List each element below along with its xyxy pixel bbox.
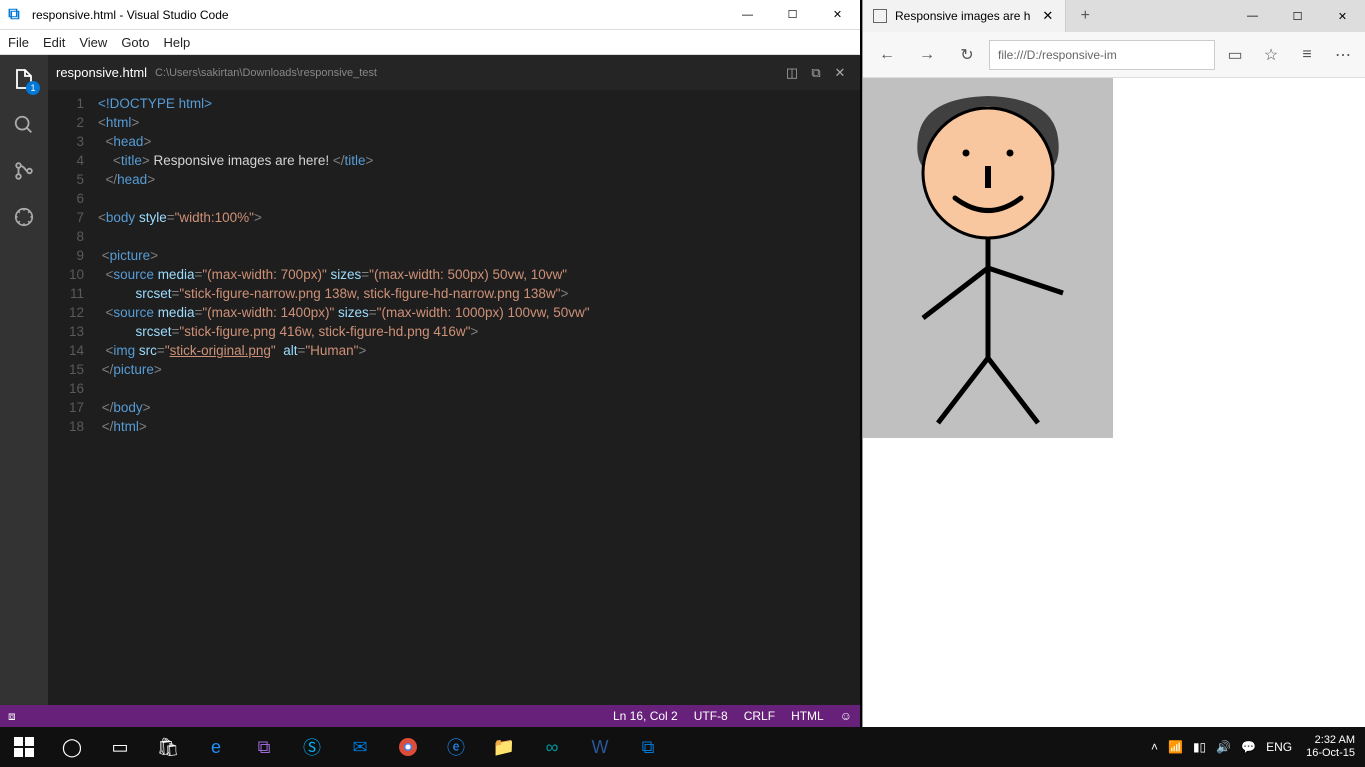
system-tray[interactable]: ˄ 📶 ▮▯ 🔊 💬 ENG (1147, 740, 1296, 754)
minimize-button[interactable]: — (725, 0, 770, 30)
vscode-title-text: responsive.html - Visual Studio Code (28, 8, 725, 22)
back-button[interactable]: ← (869, 37, 905, 73)
menu-view[interactable]: View (79, 35, 107, 50)
reading-view-icon[interactable]: ▭ (1219, 39, 1251, 71)
refresh-button[interactable]: ↻ (949, 37, 985, 73)
visualstudio-icon[interactable]: ⧉ (240, 727, 288, 767)
forward-button[interactable]: → (909, 37, 945, 73)
edge-tab-title: Responsive images are h (895, 9, 1030, 23)
store-icon[interactable]: 🛍 (144, 727, 192, 767)
input-language[interactable]: ENG (1266, 740, 1292, 754)
close-tab-icon[interactable]: ✕ (1038, 8, 1057, 24)
edge-toolbar: ← → ↻ file:///D:/responsive-im ▭ ☆ ≡ ⋯ (863, 32, 1365, 78)
status-language[interactable]: HTML (791, 709, 824, 723)
taskbar-clock[interactable]: 2:32 AM 16-Oct-15 (1296, 734, 1365, 760)
clock-date: 16-Oct-15 (1306, 747, 1355, 760)
wifi-icon[interactable]: 📶 (1168, 740, 1183, 754)
status-eol[interactable]: CRLF (744, 709, 775, 723)
activity-bar: 1 (0, 55, 48, 705)
tab-filepath: C:\Users\sakirtan\Downloads\responsive_t… (155, 67, 377, 79)
edge-taskbar-icon[interactable]: e (192, 727, 240, 767)
cortana-icon[interactable]: ◯ (48, 727, 96, 767)
edge-maximize-button[interactable]: ☐ (1275, 0, 1320, 32)
status-position[interactable]: Ln 16, Col 2 (613, 709, 678, 723)
menu-file[interactable]: File (8, 35, 29, 50)
status-encoding[interactable]: UTF-8 (694, 709, 728, 723)
outlook-icon[interactable]: ✉ (336, 727, 384, 767)
edge-close-button[interactable]: ✕ (1320, 0, 1365, 32)
edge-titlebar[interactable]: Responsive images are h ✕ + — ☐ ✕ (863, 0, 1365, 32)
explorer-badge: 1 (26, 81, 40, 95)
ie-icon[interactable]: ⓔ (432, 727, 480, 767)
search-icon[interactable] (10, 111, 38, 139)
debug-icon[interactable] (10, 203, 38, 231)
tab-filename[interactable]: responsive.html (56, 65, 147, 80)
code-lines[interactable]: <!DOCTYPE html><html> <head> <title> Res… (98, 90, 860, 705)
chrome-icon[interactable] (384, 727, 432, 767)
edge-tab[interactable]: Responsive images are h ✕ (863, 0, 1066, 32)
status-feedback-icon[interactable]: ☺ (840, 709, 852, 723)
git-icon[interactable] (10, 157, 38, 185)
close-button[interactable]: ✕ (815, 0, 860, 30)
edge-minimize-button[interactable]: — (1230, 0, 1275, 32)
new-tab-button[interactable]: + (1066, 0, 1104, 32)
vscode-titlebar[interactable]: ⧉ responsive.html - Visual Studio Code —… (0, 0, 860, 30)
vscode-body: 1 responsive.html C:\Users\sakirtan\Down… (0, 55, 860, 705)
vscode-menubar: File Edit View Goto Help (0, 30, 860, 55)
url-bar[interactable]: file:///D:/responsive-im (989, 40, 1215, 70)
tray-chevron-icon[interactable]: ˄ (1151, 740, 1158, 754)
skype-icon[interactable]: Ⓢ (288, 727, 336, 767)
vscode-window: ⧉ responsive.html - Visual Studio Code —… (0, 0, 860, 727)
arduino-icon[interactable]: ∞ (528, 727, 576, 767)
edge-window: Responsive images are h ✕ + — ☐ ✕ ← → ↻ … (862, 0, 1365, 727)
favorite-icon[interactable]: ☆ (1255, 39, 1287, 71)
editor-area: responsive.html C:\Users\sakirtan\Downlo… (48, 55, 860, 705)
menu-edit[interactable]: Edit (43, 35, 65, 50)
clock-time: 2:32 AM (1306, 734, 1355, 747)
hub-icon[interactable]: ≡ (1291, 39, 1323, 71)
close-tab-icon[interactable]: ✕ (828, 61, 852, 85)
word-icon[interactable]: W (576, 727, 624, 767)
start-button[interactable] (0, 727, 48, 767)
menu-goto[interactable]: Goto (121, 35, 149, 50)
volume-icon[interactable]: 🔊 (1216, 740, 1231, 754)
vscode-logo-icon: ⧉ (0, 1, 28, 29)
file-explorer-icon[interactable]: 📁 (480, 727, 528, 767)
stick-figure-image (863, 78, 1113, 438)
code-editor[interactable]: 123456789101112131415161718 <!DOCTYPE ht… (48, 90, 860, 705)
battery-icon[interactable]: ▮▯ (1193, 740, 1206, 754)
more-icon[interactable]: ⋯ (1327, 39, 1359, 71)
split-editor-icon[interactable]: ◫ (780, 61, 804, 85)
line-gutter: 123456789101112131415161718 (48, 90, 98, 705)
edge-viewport[interactable] (863, 78, 1365, 727)
status-branch-icon[interactable]: ⧈ (8, 709, 16, 724)
maximize-button[interactable]: ☐ (770, 0, 815, 30)
explorer-icon[interactable]: 1 (10, 65, 38, 93)
editor-tab-row: responsive.html C:\Users\sakirtan\Downlo… (48, 55, 860, 90)
vscode-taskbar-icon[interactable]: ⧉ (624, 727, 672, 767)
vscode-statusbar: ⧈ Ln 16, Col 2 UTF-8 CRLF HTML ☺ (0, 705, 860, 727)
windows-taskbar: ◯ ▭ 🛍 e ⧉ Ⓢ ✉ ⓔ 📁 ∞ W ⧉ ˄ 📶 ▮▯ 🔊 💬 ENG 2… (0, 727, 1365, 767)
notifications-icon[interactable]: 💬 (1241, 740, 1256, 754)
more-actions-icon[interactable]: ⧉ (804, 61, 828, 85)
page-icon (873, 9, 887, 23)
task-view-icon[interactable]: ▭ (96, 727, 144, 767)
menu-help[interactable]: Help (164, 35, 191, 50)
